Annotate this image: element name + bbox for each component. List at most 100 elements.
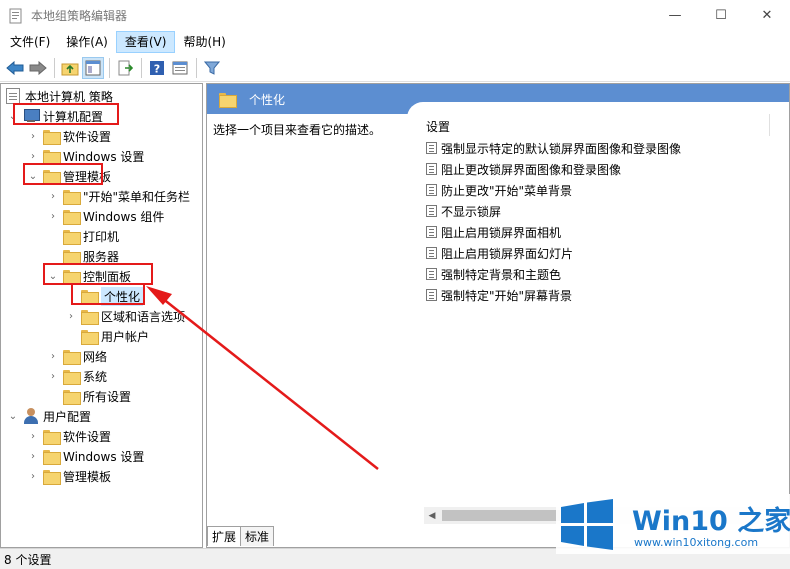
tab-standard[interactable]: 标准 xyxy=(240,526,275,546)
setting-item[interactable]: 强制特定"开始"屏幕背景 xyxy=(426,285,572,305)
tab-extended[interactable]: 扩展 xyxy=(207,526,242,546)
setting-label: 强制特定"开始"屏幕背景 xyxy=(441,288,573,303)
tree-item-user-software-settings[interactable]: › 软件设置 xyxy=(27,426,111,446)
folder-icon xyxy=(63,189,81,205)
chevron-right-icon[interactable]: › xyxy=(27,126,39,146)
chevron-right-icon[interactable]: › xyxy=(27,146,39,166)
menu-file[interactable]: 文件(F) xyxy=(2,31,58,53)
svg-text:?: ? xyxy=(154,62,160,75)
tree-item-computer-config[interactable]: ⌄ 计算机配置 xyxy=(7,106,103,126)
folder-icon xyxy=(43,149,61,165)
tree-item-admin-templates[interactable]: ⌄ 管理模板 xyxy=(27,166,111,186)
policy-setting-icon xyxy=(426,226,437,238)
chevron-down-icon[interactable]: ⌄ xyxy=(47,266,59,286)
filter-icon xyxy=(204,61,220,75)
toolbar-separator xyxy=(109,57,110,78)
menu-action[interactable]: 操作(A) xyxy=(58,31,116,53)
tree-label: 计算机配置 xyxy=(43,109,104,124)
help-button[interactable]: ? xyxy=(146,57,168,79)
up-folder-button[interactable] xyxy=(59,57,81,79)
chevron-right-icon[interactable]: › xyxy=(47,186,59,206)
column-header-settings[interactable]: 设置 xyxy=(426,118,450,135)
tree-item-user-admin-templates[interactable]: › 管理模板 xyxy=(27,466,111,486)
folder-icon xyxy=(43,129,61,145)
chevron-down-icon[interactable]: ⌄ xyxy=(7,106,19,126)
menu-view[interactable]: 查看(V) xyxy=(115,31,176,53)
tree-item-region-language[interactable]: › 区域和语言选项 xyxy=(65,306,185,326)
properties-button[interactable] xyxy=(169,57,191,79)
description-text: 选择一个项目来查看它的描述。 xyxy=(213,123,382,137)
minimize-button[interactable]: — xyxy=(652,0,698,31)
windows-logo-icon xyxy=(561,499,613,550)
chevron-right-icon[interactable]: › xyxy=(47,346,59,366)
setting-item[interactable]: 强制显示特定的默认锁屏界面图像和登录图像 xyxy=(426,138,681,158)
maximize-button[interactable]: ☐ xyxy=(698,0,744,31)
setting-item[interactable]: 防止更改"开始"菜单背景 xyxy=(426,180,572,200)
properties-icon xyxy=(172,61,188,74)
tree-item-start-menu[interactable]: › "开始"菜单和任务栏 xyxy=(47,186,190,206)
setting-item[interactable]: 阻止更改锁屏界面图像和登录图像 xyxy=(426,159,621,179)
show-tree-button[interactable] xyxy=(82,56,104,79)
setting-item[interactable]: 阻止启用锁屏界面相机 xyxy=(426,222,561,242)
tree-label: 本地计算机 策略 xyxy=(25,89,113,104)
forward-arrow-icon xyxy=(29,60,47,75)
export-list-button[interactable] xyxy=(114,57,136,79)
column-separator[interactable] xyxy=(769,114,770,136)
chevron-right-icon[interactable]: › xyxy=(65,306,77,326)
chevron-down-icon[interactable]: ⌄ xyxy=(27,166,39,186)
close-button[interactable]: ✕ xyxy=(744,0,790,31)
scroll-left-icon[interactable]: ◀ xyxy=(424,507,440,524)
chevron-right-icon[interactable]: › xyxy=(47,366,59,386)
chevron-right-icon[interactable]: › xyxy=(27,426,39,446)
tree-item-windows-settings[interactable]: › Windows 设置 xyxy=(27,146,144,166)
setting-item[interactable]: 不显示锁屏 xyxy=(426,201,501,221)
tree-item-user-config[interactable]: ⌄ 用户配置 xyxy=(7,406,91,426)
back-arrow-icon xyxy=(6,60,24,75)
tree-item-root[interactable]: 本地计算机 策略 xyxy=(6,86,113,106)
back-button[interactable] xyxy=(4,57,26,79)
tree-label: 区域和语言选项 xyxy=(101,309,186,324)
help-icon: ? xyxy=(150,60,164,75)
tree-pane[interactable]: 本地计算机 策略 ⌄ 计算机配置 › 软件设置 › Windows 设置 ⌄ 管… xyxy=(0,83,203,548)
watermark: Win10 之家 www.win10xitong.com xyxy=(556,494,790,554)
filter-button[interactable] xyxy=(201,57,223,79)
computer-icon xyxy=(23,109,40,123)
folder-up-icon xyxy=(61,63,79,75)
title-bar: 本地组策略编辑器 — ☐ ✕ xyxy=(0,0,790,31)
tree-label: 软件设置 xyxy=(63,429,112,444)
details-header-title: 个性化 xyxy=(249,92,286,107)
tree-item-personalization[interactable]: 个性化 xyxy=(81,286,144,306)
tree-item-windows-components[interactable]: › Windows 组件 xyxy=(47,206,164,226)
toolbar-separator xyxy=(141,57,142,78)
chevron-right-icon[interactable]: › xyxy=(27,466,39,486)
folder-icon xyxy=(63,389,81,405)
chevron-right-icon[interactable]: › xyxy=(47,206,59,226)
tree-item-software-settings[interactable]: › 软件设置 xyxy=(27,126,111,146)
tree-label: 控制面板 xyxy=(83,269,132,284)
setting-item[interactable]: 强制特定背景和主题色 xyxy=(426,264,561,284)
tree-item-servers[interactable]: 服务器 xyxy=(63,246,119,266)
tree-item-system[interactable]: › 系统 xyxy=(47,366,107,386)
policy-editor-icon xyxy=(8,8,24,24)
setting-label: 阻止启用锁屏界面相机 xyxy=(441,225,562,240)
tree-item-all-settings[interactable]: 所有设置 xyxy=(63,386,131,406)
scrollbar-thumb[interactable] xyxy=(442,510,560,521)
folder-icon xyxy=(81,329,99,345)
tree-item-control-panel[interactable]: ⌄ 控制面板 xyxy=(47,266,131,286)
chevron-down-icon[interactable]: ⌄ xyxy=(7,406,19,426)
setting-item[interactable]: 阻止启用锁屏界面幻灯片 xyxy=(426,243,573,263)
folder-icon xyxy=(43,469,61,485)
tree-label: Windows 组件 xyxy=(83,209,165,224)
forward-button[interactable] xyxy=(27,57,49,79)
menu-help[interactable]: 帮助(H) xyxy=(175,31,233,53)
folder-icon xyxy=(63,269,81,285)
toolbar-separator xyxy=(196,57,197,78)
tree-item-user-windows-settings[interactable]: › Windows 设置 xyxy=(27,446,144,466)
tree-item-user-accounts[interactable]: 用户帐户 xyxy=(81,326,149,346)
setting-label: 防止更改"开始"菜单背景 xyxy=(441,183,573,198)
policy-setting-icon xyxy=(426,289,437,301)
chevron-right-icon[interactable]: › xyxy=(27,446,39,466)
tree-label: "开始"菜单和任务栏 xyxy=(83,189,191,204)
tree-item-printers[interactable]: 打印机 xyxy=(63,226,119,246)
tree-item-network[interactable]: › 网络 xyxy=(47,346,107,366)
